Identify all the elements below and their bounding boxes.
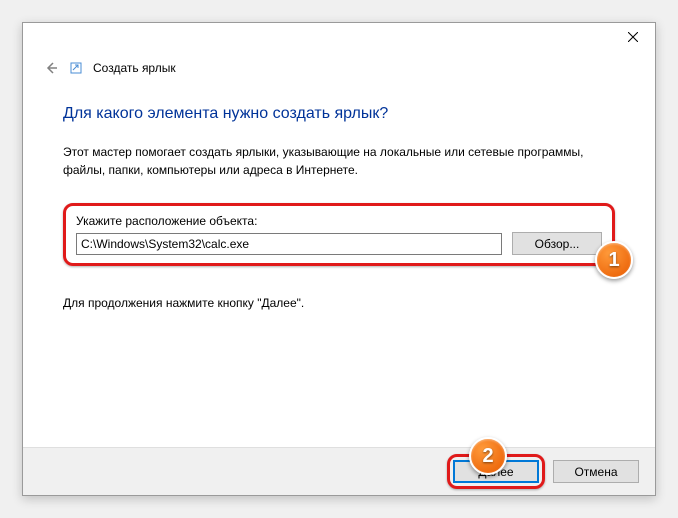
create-shortcut-dialog: Создать ярлык Для какого элемента нужно … — [22, 22, 656, 496]
page-heading: Для какого элемента нужно создать ярлык? — [63, 105, 615, 123]
arrow-left-icon — [44, 61, 58, 75]
cancel-button[interactable]: Отмена — [553, 460, 639, 483]
dialog-footer: Далее Отмена — [23, 447, 655, 495]
description-text: Этот мастер помогает создать ярлыки, ука… — [63, 143, 615, 179]
content-area: Для какого элемента нужно создать ярлык?… — [23, 83, 655, 310]
back-button[interactable] — [43, 60, 59, 76]
input-row: Обзор... — [76, 232, 602, 255]
breadcrumb: Создать ярлык — [93, 61, 176, 75]
close-icon — [628, 32, 638, 42]
header-row: Создать ярлык — [23, 53, 655, 83]
location-input[interactable] — [76, 233, 502, 255]
shortcut-icon — [69, 61, 83, 75]
browse-button[interactable]: Обзор... — [512, 232, 602, 255]
continue-hint: Для продолжения нажмите кнопку "Далее". — [63, 296, 615, 310]
location-label: Укажите расположение объекта: — [76, 214, 602, 228]
annotation-badge-2: 2 — [469, 437, 507, 475]
annotation-badge-1: 1 — [595, 241, 633, 279]
titlebar — [23, 23, 655, 53]
close-button[interactable] — [610, 23, 655, 51]
location-input-group: Укажите расположение объекта: Обзор... — [63, 203, 615, 266]
